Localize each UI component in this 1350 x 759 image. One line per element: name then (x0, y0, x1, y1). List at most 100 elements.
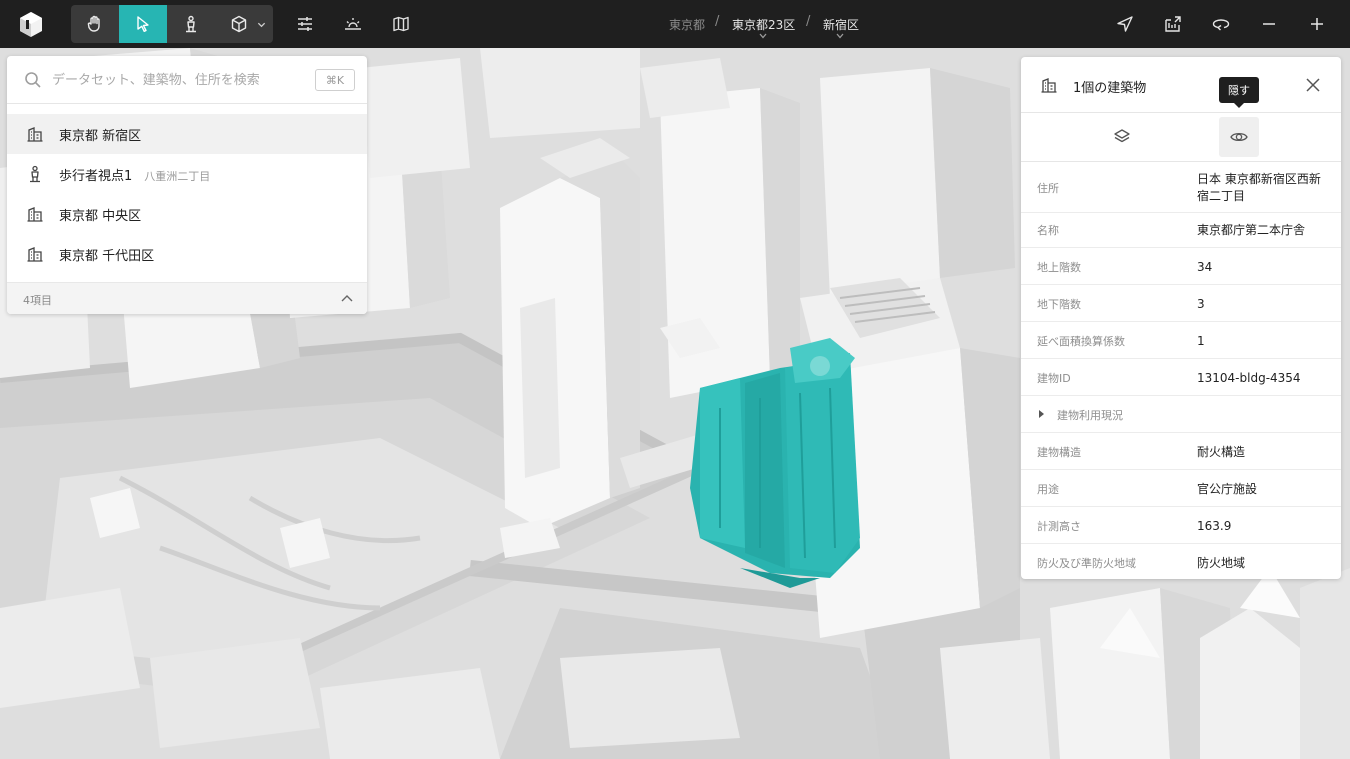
property-row: 名称 東京都庁第二本庁舎 (1021, 211, 1341, 248)
search-footer: 4項目 (7, 282, 367, 314)
map-button[interactable] (381, 5, 421, 43)
property-key: 建物ID (1037, 372, 1071, 385)
property-row: 住所 日本 東京都新宿区西新宿二丁目 (1021, 163, 1341, 213)
property-value: 163.9 (1197, 519, 1232, 533)
property-key: 計測高さ (1037, 520, 1081, 533)
settings-sliders-icon (298, 17, 312, 31)
hand-icon (87, 15, 100, 32)
zoom-out-button[interactable] (1249, 5, 1289, 43)
top-toolbar: 東京都 / 東京都23区 / 新宿区 (0, 0, 1350, 48)
hide-tooltip: 隠す (1219, 77, 1259, 108)
breadcrumb-separator: / (715, 14, 720, 29)
layers-icon (1114, 129, 1130, 143)
property-row: 用途 官公庁施設 (1021, 470, 1341, 507)
property-key: 地上階数 (1037, 261, 1081, 274)
result-sublabel: 八重洲二丁目 (144, 170, 211, 183)
app-logo-icon[interactable] (18, 10, 44, 38)
inspector-title: 1個の建築物 (1073, 81, 1147, 96)
inspector-tabs (1021, 113, 1341, 162)
shortcut-badge: ⌘K (315, 69, 355, 91)
property-value: 13104-bldg-4354 (1197, 371, 1301, 385)
property-row: 地上階数 34 (1021, 248, 1341, 285)
property-key: 用途 (1037, 483, 1059, 496)
property-row: 建物ID 13104-bldg-4354 (1021, 359, 1341, 396)
zoom-in-button[interactable] (1297, 5, 1337, 43)
result-count: 4項目 (23, 294, 52, 307)
map-icon (393, 16, 409, 32)
chevron-down-icon[interactable] (836, 33, 844, 39)
breadcrumb-prefecture[interactable]: 東京都 (669, 16, 705, 33)
search-result-item[interactable]: 東京都 中央区 (7, 194, 367, 234)
inspector-panel: 1個の建築物 隠す 住所 日本 東京都新宿区西新宿二丁目 名称 東京都庁第二本庁… (1021, 57, 1341, 579)
chevron-down-icon[interactable] (759, 33, 767, 39)
breadcrumb-wards[interactable]: 東京都23区 (732, 16, 795, 33)
property-value: 3 (1197, 297, 1205, 311)
property-key: 名称 (1037, 224, 1059, 237)
hand-tool[interactable] (71, 5, 119, 43)
property-value: 1 (1197, 334, 1205, 348)
property-row: 地下階数 3 (1021, 285, 1341, 322)
cube-icon (231, 15, 247, 33)
property-row: 延べ面積換算係数 1 (1021, 322, 1341, 359)
caret-right-icon[interactable] (1039, 410, 1044, 418)
pointer-icon (137, 16, 149, 32)
building-icon (27, 207, 43, 222)
result-label: 東京都 中央区 (59, 209, 142, 224)
eye-icon (1230, 132, 1248, 142)
result-label: 東京都 千代田区 (59, 249, 155, 264)
tab-layers[interactable] (1102, 117, 1142, 157)
zoom-in-icon (1311, 18, 1323, 30)
property-group-expandable[interactable]: 建物利用現況 (1021, 396, 1341, 433)
property-key: 住所 (1037, 182, 1059, 195)
property-key: 防火及び準防火地域 (1037, 557, 1136, 570)
chevron-up-icon[interactable] (339, 291, 355, 307)
property-row: 計測高さ 163.9 (1021, 507, 1341, 544)
property-value: 34 (1197, 260, 1213, 274)
search-bar: ⌘K (7, 56, 367, 104)
breadcrumb-ward[interactable]: 新宿区 (823, 16, 859, 33)
export-button[interactable] (1153, 5, 1193, 43)
building-icon (27, 247, 43, 262)
select-tool[interactable] (119, 5, 167, 43)
search-panel: ⌘K 東京都 新宿区 歩行者視点1 八重洲二丁目 東京都 中央区 東京都 千代田区… (7, 56, 367, 314)
property-key: 建物構造 (1037, 446, 1081, 459)
close-icon[interactable] (1303, 75, 1323, 95)
sketch-tool[interactable] (215, 5, 273, 43)
property-value: 東京都庁第二本庁舎 (1197, 223, 1306, 237)
property-row: 防火及び準防火地域 防火地域 (1021, 544, 1341, 579)
result-label: 歩行者視点1 八重洲二丁目 (59, 165, 210, 184)
rotate-icon (1212, 19, 1230, 31)
property-value: 官公庁施設 (1197, 482, 1258, 496)
building-icon (27, 127, 43, 142)
search-icon (25, 72, 41, 88)
settings-button[interactable] (285, 5, 325, 43)
property-key: 建物利用現況 (1057, 409, 1123, 422)
locate-icon (1117, 16, 1133, 32)
inspector-header: 1個の建築物 隠す (1021, 57, 1341, 113)
breadcrumb-separator: / (806, 14, 811, 29)
pedestrian-tool[interactable] (167, 5, 215, 43)
tab-visibility[interactable] (1219, 117, 1259, 157)
rotate-button[interactable] (1201, 5, 1241, 43)
search-result-item[interactable]: 東京都 新宿区 (7, 114, 367, 154)
property-value: 防火地域 (1197, 556, 1246, 570)
building-icon (1041, 78, 1057, 93)
pedestrian-icon (186, 15, 196, 33)
chevron-down-icon (257, 22, 266, 28)
sun-button[interactable] (333, 5, 373, 43)
property-row: 建物構造 耐火構造 (1021, 433, 1341, 470)
result-label-text: 歩行者視点1 (59, 169, 133, 184)
sun-horizon-icon (345, 18, 361, 30)
search-result-item[interactable]: 歩行者視点1 八重洲二丁目 (7, 154, 367, 194)
property-value: 日本 東京都新宿区西新宿二丁目 (1197, 172, 1321, 203)
search-result-item[interactable]: 東京都 千代田区 (7, 234, 367, 274)
property-key: 地下階数 (1037, 298, 1081, 311)
property-value: 耐火構造 (1197, 445, 1246, 459)
result-label: 東京都 新宿区 (59, 129, 142, 144)
zoom-out-icon (1263, 23, 1275, 25)
search-input[interactable] (52, 68, 307, 92)
locate-button[interactable] (1105, 5, 1145, 43)
export-icon (1165, 16, 1181, 32)
property-key: 延べ面積換算係数 (1037, 335, 1125, 348)
pedestrian-icon (30, 165, 40, 183)
